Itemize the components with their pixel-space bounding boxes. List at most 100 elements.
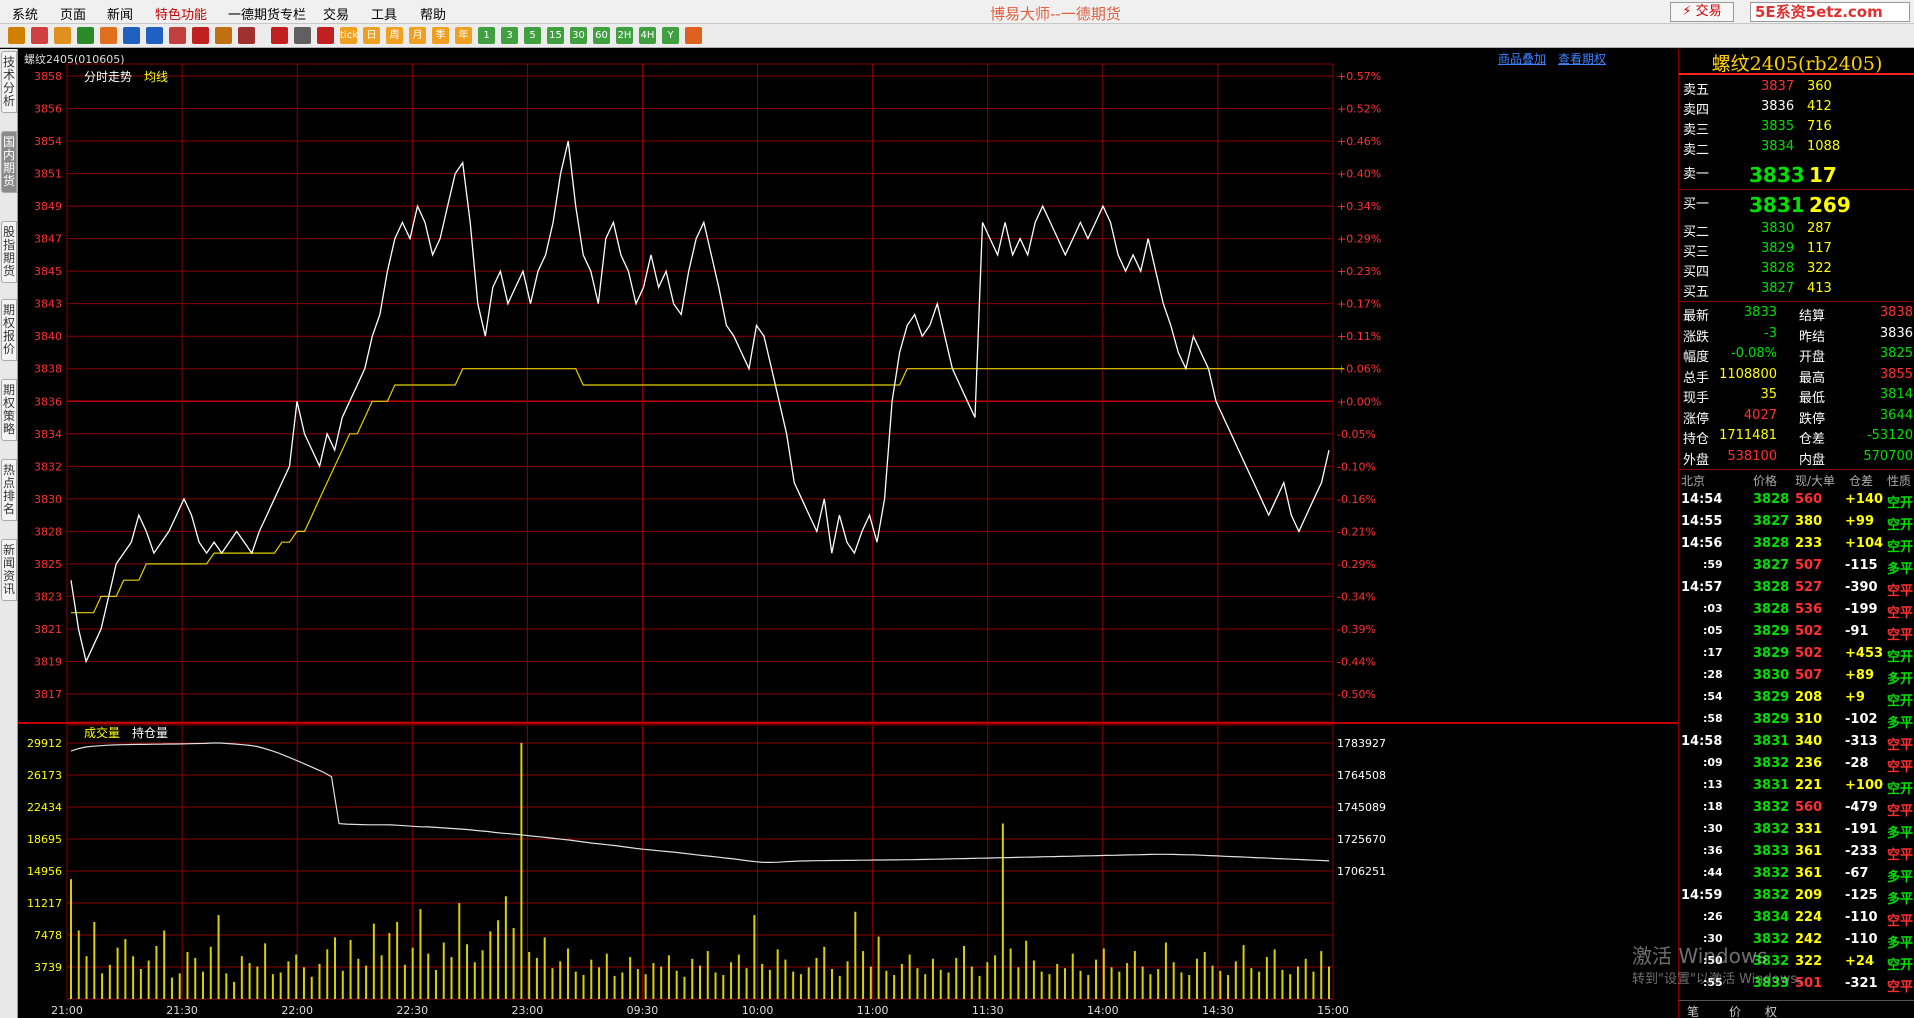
list-icon[interactable] <box>294 27 311 44</box>
tick-time: 14:57 <box>1681 580 1723 595</box>
60m-icon[interactable]: 60 <box>593 27 610 44</box>
stat-row: 涨停 4027 跌停 3644 <box>1679 408 1914 428</box>
home-icon[interactable] <box>31 27 48 44</box>
tick-time: 14:56 <box>1681 536 1723 551</box>
tab-price[interactable]: 价 <box>1729 1003 1741 1018</box>
chart-area[interactable]: 3858 +0.57% 3856 +0.52% 3854 +0.46% 3851 +0.40%… <box>18 49 1678 1018</box>
menu-help[interactable]: 帮助 <box>420 4 446 23</box>
season-icon[interactable]: 季 <box>432 27 449 44</box>
flag-icon[interactable] <box>215 27 232 44</box>
side-tab-2[interactable]: 股指期货 <box>1 221 17 283</box>
indicator-icon[interactable] <box>271 27 288 44</box>
4h-icon[interactable]: 4H <box>639 27 656 44</box>
tick-volume: 502 <box>1795 624 1823 639</box>
tick-oi-change: -199 <box>1845 602 1878 617</box>
tick-nature: 空平 <box>1887 848 1914 863</box>
minute-icon[interactable]: tick <box>340 27 358 44</box>
tick-time: :03 <box>1703 602 1723 615</box>
tick-price: 3827 <box>1753 558 1790 573</box>
time-tick-label: 09:30 <box>627 1004 659 1017</box>
tick-volume: 507 <box>1795 668 1823 683</box>
tick-row: 14:54 3828 560 +140 空开 <box>1679 490 1914 512</box>
stat-value: 1711481 <box>1719 428 1777 443</box>
stat-value: 570700 <box>1863 448 1913 464</box>
ask-price: 3833 <box>1749 163 1805 187</box>
tab-ticks[interactable]: 笔 <box>1687 1003 1699 1018</box>
pct-tick-label: +0.17% <box>1337 298 1381 311</box>
filter-icon[interactable] <box>238 27 255 44</box>
3m-icon[interactable]: 3 <box>501 27 518 44</box>
bar-icon[interactable] <box>100 27 117 44</box>
menu-features[interactable]: 特色功能 <box>155 4 207 23</box>
side-tab-4[interactable]: 期权策略 <box>1 379 17 441</box>
zoom-in-icon[interactable] <box>123 27 140 44</box>
chart-svg[interactable]: 3858 +0.57% 3856 +0.52% 3854 +0.46% 3851 +0.40%… <box>18 49 1678 1018</box>
pen-icon[interactable] <box>192 27 209 44</box>
menu-system[interactable]: 系统 <box>12 4 38 23</box>
tick-price: 3829 <box>1753 646 1790 661</box>
tab-rights[interactable]: 权 <box>1765 1003 1777 1018</box>
volume-tick-label: 14956 <box>27 865 62 878</box>
stat-value: -3 <box>1764 325 1777 341</box>
tick-time: :54 <box>1703 690 1723 703</box>
volume-pane-title: 成交量 <box>84 726 121 740</box>
avg-line-label: 均线 <box>144 70 169 84</box>
bid-row: 买五 3827 413 <box>1679 281 1914 301</box>
price-tick-label: 3823 <box>34 590 62 603</box>
tick-row: :26 3834 224 -110 空平 <box>1679 908 1914 930</box>
menu-trade[interactable]: 交易 <box>323 4 349 23</box>
time-tick-label: 22:30 <box>396 1004 428 1017</box>
tick-volume: 380 <box>1795 514 1823 529</box>
ask-volume: 360 <box>1807 79 1832 94</box>
15m-icon[interactable]: 15 <box>547 27 564 44</box>
menu-tools[interactable]: 工具 <box>371 4 397 23</box>
trade-button[interactable]: ⚡ 交易 <box>1670 2 1734 22</box>
yr-icon[interactable]: Y <box>662 27 679 44</box>
bid-volume: 269 <box>1809 193 1851 217</box>
menu-yide-column[interactable]: 一德期货专栏 <box>228 4 306 23</box>
tick-price: 3832 <box>1753 822 1790 837</box>
link-overlay-commodity[interactable]: 商品叠加 <box>1498 50 1546 67</box>
menu-news[interactable]: 新闻 <box>107 4 133 23</box>
30m-icon[interactable]: 30 <box>570 27 587 44</box>
2h-icon[interactable]: 2H <box>616 27 633 44</box>
pct-tick-label: -0.05% <box>1337 428 1376 441</box>
book-icon[interactable] <box>54 27 71 44</box>
tick-row: 14:55 3827 380 +99 空开 <box>1679 512 1914 534</box>
stat-value: 3836 <box>1879 325 1913 341</box>
tick-row: :05 3829 502 -91 空平 <box>1679 622 1914 644</box>
trend-icon[interactable] <box>317 27 334 44</box>
tick-price: 3827 <box>1753 514 1790 529</box>
price-tick-label: 3845 <box>34 265 62 278</box>
back-icon[interactable] <box>8 27 25 44</box>
link-view-options[interactable]: 查看期权 <box>1558 50 1606 67</box>
price-tick-label: 3828 <box>34 525 62 538</box>
tick-nature: 空平 <box>1887 804 1914 819</box>
side-tab-5[interactable]: 热点排名 <box>1 459 17 521</box>
menu-page[interactable]: 页面 <box>60 4 86 23</box>
bid-label: 买四 <box>1683 265 1710 280</box>
pct-tick-label: -0.16% <box>1337 493 1376 506</box>
refresh-icon[interactable] <box>77 27 94 44</box>
zoom-out-icon[interactable] <box>146 27 163 44</box>
oi-tick-label: 1745089 <box>1337 801 1386 814</box>
pct-tick-label: -0.50% <box>1337 688 1376 701</box>
5m-icon[interactable]: 5 <box>524 27 541 44</box>
week-icon[interactable]: 周 <box>386 27 403 44</box>
ask-row: 卖一 3833 17 <box>1679 163 1914 191</box>
site-button[interactable]: 5E系资5etz.com <box>1750 2 1910 22</box>
side-tab-1[interactable]: 国内期货 <box>1 131 17 193</box>
calc-icon[interactable] <box>685 27 702 44</box>
year-icon[interactable]: 年 <box>455 27 472 44</box>
side-tab-6[interactable]: 新闻资讯 <box>1 539 17 601</box>
window-icon[interactable] <box>169 27 186 44</box>
1m-icon[interactable]: 1 <box>478 27 495 44</box>
stat-value: 1108800 <box>1719 366 1777 382</box>
day-icon[interactable]: 日 <box>363 27 380 44</box>
tick-oi-change: +9 <box>1845 690 1865 705</box>
tick-price: 3830 <box>1753 668 1790 683</box>
tick-nature: 多平 <box>1887 826 1914 841</box>
side-tab-0[interactable]: 技术分析 <box>1 51 17 113</box>
month-icon[interactable]: 月 <box>409 27 426 44</box>
side-tab-3[interactable]: 期权报价 <box>1 299 17 361</box>
